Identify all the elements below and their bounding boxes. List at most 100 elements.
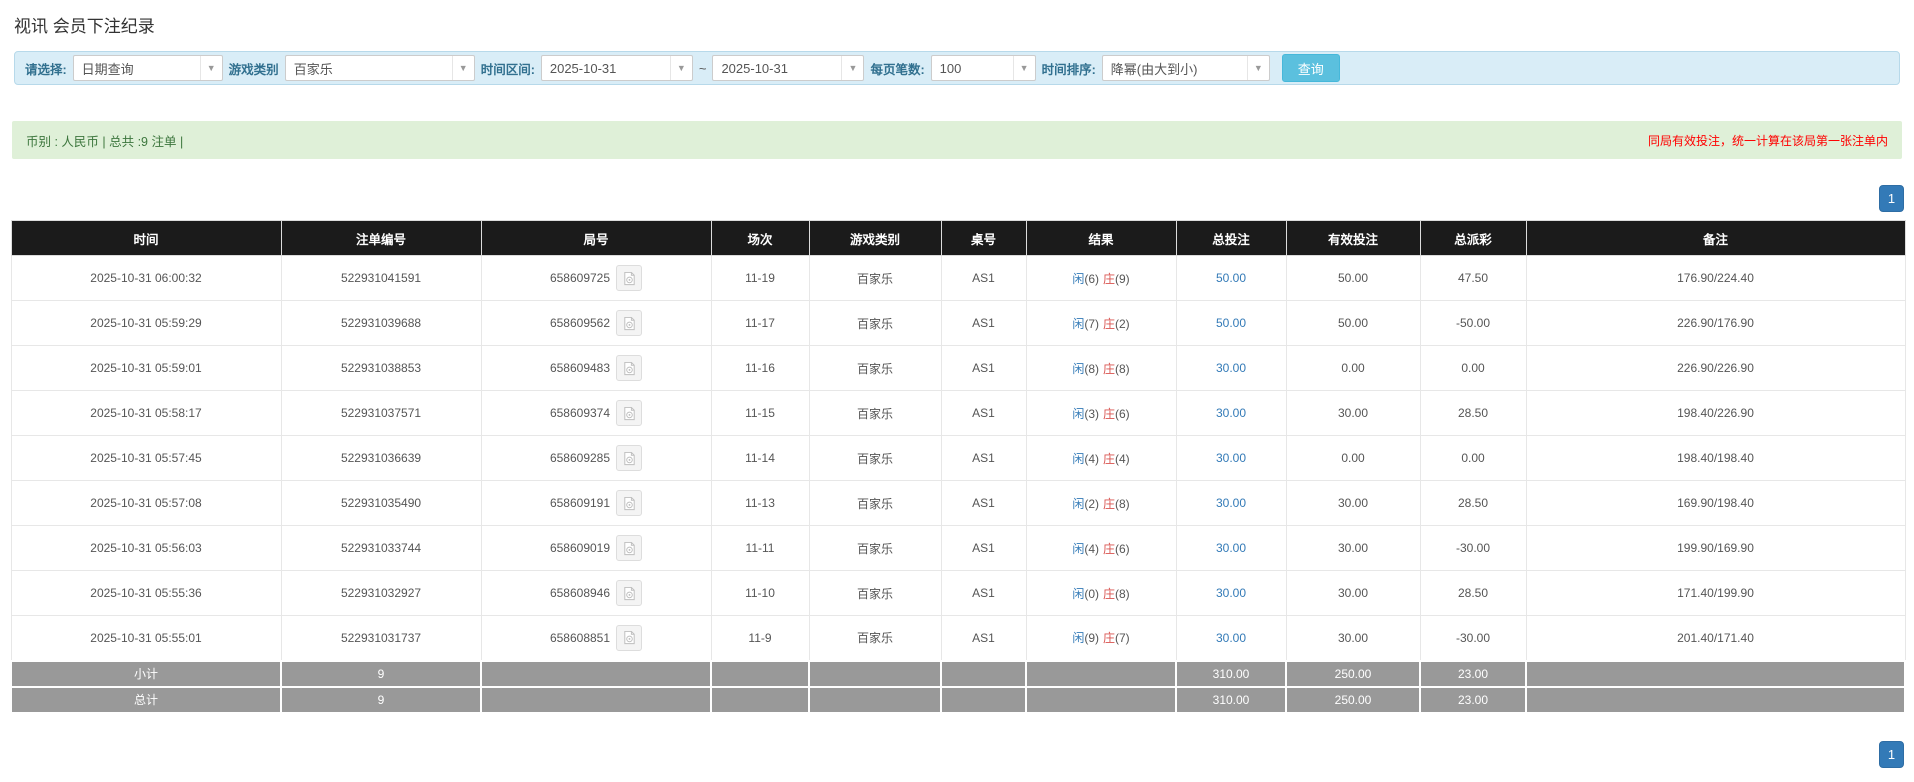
cell-remark: 171.40/199.90 (1525, 570, 1906, 616)
cell-game-type: 百家乐 (808, 255, 942, 301)
chevron-down-icon: ▼ (669, 56, 692, 80)
video-icon (623, 316, 635, 330)
cell-result: 闲(0) 庄(8) (1025, 570, 1177, 616)
cell-round: 658609191 (480, 480, 712, 526)
search-button[interactable]: 查询 (1281, 54, 1340, 82)
total-bet-link[interactable]: 30.00 (1216, 406, 1246, 420)
video-replay-button[interactable] (616, 265, 643, 291)
cell-session: 11-10 (710, 570, 810, 616)
cell-table-no: AS1 (940, 300, 1027, 346)
cell-total-bet: 50.00 (1175, 255, 1287, 301)
pagination-bottom: 1 (0, 740, 1904, 768)
banker-score: (6) (1115, 541, 1130, 556)
chevron-down-icon: ▼ (1012, 56, 1035, 80)
game-type-label: 游戏类别 (228, 62, 279, 77)
player-score: (7) (1084, 316, 1099, 331)
video-replay-button[interactable] (616, 400, 643, 426)
video-replay-button[interactable] (616, 445, 643, 471)
video-replay-button[interactable] (616, 580, 643, 606)
video-replay-button[interactable] (616, 355, 643, 381)
player-label: 闲 (1072, 451, 1085, 466)
video-replay-button[interactable] (616, 490, 643, 516)
cell-valid-bet: 30.00 (1285, 570, 1421, 616)
cell-game-type: 百家乐 (808, 615, 942, 661)
sort-order-label: 时间排序: (1041, 62, 1096, 77)
banker-label: 庄 (1103, 361, 1116, 376)
date-from-select[interactable]: 2025-10-31 ▼ (540, 55, 693, 81)
cell-round: 658609725 (480, 255, 712, 301)
cell-game-type: 百家乐 (808, 480, 942, 526)
table-row: 2025-10-31 05:55:36 522931032927 6586089… (10, 570, 1906, 616)
total-bet-link[interactable]: 30.00 (1216, 586, 1246, 600)
cell-session: 11-19 (710, 255, 810, 301)
subtotal-row: 小计 9 310.00 250.00 23.00 (10, 659, 1906, 688)
cell-payout: 0.00 (1419, 345, 1527, 391)
cell-result: 闲(9) 庄(7) (1025, 615, 1177, 661)
video-replay-button[interactable] (616, 310, 643, 336)
cell-table-no: AS1 (940, 615, 1027, 661)
header-remark: 备注 (1525, 220, 1906, 256)
page-size-select[interactable]: 100 ▼ (930, 55, 1036, 81)
cell-payout: 28.50 (1419, 570, 1527, 616)
cell-payout: 28.50 (1419, 480, 1527, 526)
cell-payout: -30.00 (1419, 525, 1527, 571)
cell-valid-bet: 30.00 (1285, 615, 1421, 661)
player-score: (9) (1084, 631, 1099, 646)
cell-remark: 198.40/198.40 (1525, 435, 1906, 481)
cell-total-bet: 30.00 (1175, 435, 1287, 481)
subtotal-empty-cell (710, 659, 810, 688)
header-session: 场次 (710, 220, 810, 256)
table-row: 2025-10-31 05:55:01 522931031737 6586088… (10, 615, 1906, 661)
banker-label: 庄 (1103, 541, 1116, 556)
cell-round: 658609374 (480, 390, 712, 436)
player-score: (4) (1084, 541, 1099, 556)
video-icon (623, 271, 635, 285)
video-icon (623, 631, 635, 645)
total-bet-link[interactable]: 50.00 (1216, 271, 1246, 285)
cell-session: 11-15 (710, 390, 810, 436)
total-bet-link[interactable]: 30.00 (1216, 631, 1246, 645)
round-id: 658609019 (549, 541, 611, 555)
cell-bet-id: 522931041591 (280, 255, 482, 301)
cell-time: 2025-10-31 05:59:29 (10, 300, 282, 346)
cell-remark: 201.40/171.40 (1525, 615, 1906, 661)
video-replay-button[interactable] (616, 535, 643, 561)
cell-total-bet: 30.00 (1175, 615, 1287, 661)
header-table-no: 桌号 (940, 220, 1027, 256)
query-mode-select[interactable]: 日期查询 ▼ (72, 55, 223, 81)
total-bet-link[interactable]: 50.00 (1216, 316, 1246, 330)
sort-order-select[interactable]: 降幂(由大到小) ▼ (1101, 55, 1270, 81)
cell-round: 658608851 (480, 615, 712, 661)
cell-total-bet: 50.00 (1175, 300, 1287, 346)
bet-records-table: 时间 注单编号 局号 场次 游戏类别 桌号 结果 总投注 有效投注 总派彩 备注… (10, 220, 1906, 714)
total-bet-link[interactable]: 30.00 (1216, 496, 1246, 510)
video-icon (623, 541, 635, 555)
total-bet-link[interactable]: 30.00 (1216, 361, 1246, 375)
table-row: 2025-10-31 05:57:08 522931035490 6586091… (10, 480, 1906, 526)
page-1-button-bottom[interactable]: 1 (1879, 740, 1904, 768)
total-row: 总计 9 310.00 250.00 23.00 (10, 685, 1906, 714)
cell-session: 11-9 (710, 615, 810, 661)
cell-table-no: AS1 (940, 480, 1027, 526)
total-empty-cell (808, 685, 942, 714)
total-bet-link[interactable]: 30.00 (1216, 451, 1246, 465)
subtotal-empty-cell (1025, 659, 1177, 688)
video-replay-button[interactable] (616, 624, 643, 651)
cell-valid-bet: 0.00 (1285, 345, 1421, 391)
cell-session: 11-11 (710, 525, 810, 571)
banker-score: (8) (1115, 496, 1130, 511)
cell-time: 2025-10-31 05:55:36 (10, 570, 282, 616)
game-type-select[interactable]: 百家乐 ▼ (284, 55, 475, 81)
page-1-button-top[interactable]: 1 (1879, 185, 1904, 212)
subtotal-total-bet: 310.00 (1175, 659, 1287, 688)
total-bet-link[interactable]: 30.00 (1216, 541, 1246, 555)
player-label: 闲 (1072, 316, 1085, 331)
cell-remark: 226.90/226.90 (1525, 345, 1906, 391)
page-title: 视讯 会员下注纪录 (14, 17, 155, 36)
cell-total-bet: 30.00 (1175, 345, 1287, 391)
cell-valid-bet: 50.00 (1285, 300, 1421, 346)
date-to-select[interactable]: 2025-10-31 ▼ (712, 55, 865, 81)
table-row: 2025-10-31 05:59:29 522931039688 6586095… (10, 300, 1906, 346)
player-score: (0) (1084, 586, 1099, 601)
cell-bet-id: 522931036639 (280, 435, 482, 481)
